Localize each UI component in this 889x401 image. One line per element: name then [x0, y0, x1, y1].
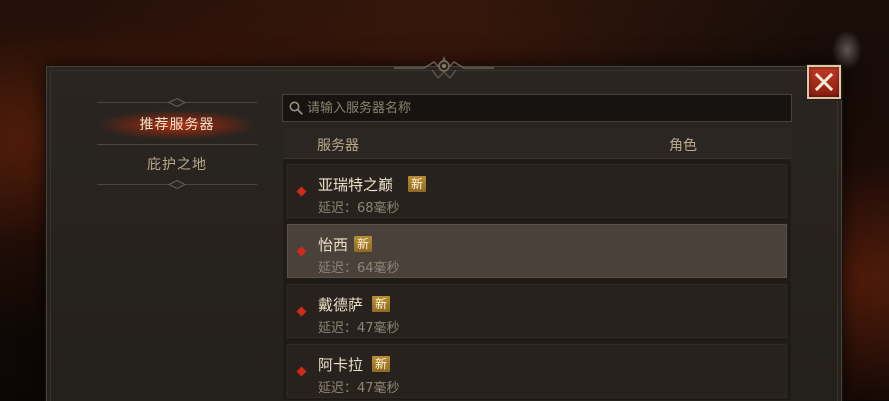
server-latency: 延迟：47毫秒 — [318, 321, 400, 336]
table-header: 服务器 角色 — [283, 128, 791, 159]
new-badge: 新 — [354, 236, 373, 252]
server-row[interactable]: 阿卡拉 新 延迟：47毫秒 — [287, 344, 787, 398]
server-latency: 延迟：47毫秒 — [318, 381, 400, 396]
server-name: 亚瑞特之巅 — [318, 176, 394, 194]
diamond-icon — [296, 306, 307, 317]
close-button[interactable] — [807, 65, 841, 99]
sidebar-divider-bottom — [97, 180, 257, 189]
category-sidebar: 推荐服务器 庇护之地 — [97, 98, 257, 190]
new-badge: 新 — [372, 296, 391, 312]
diamond-icon — [296, 246, 307, 257]
new-badge: 新 — [372, 356, 391, 372]
column-header-server: 服务器 — [317, 138, 359, 154]
new-badge: 新 — [408, 176, 427, 192]
search-input[interactable] — [307, 95, 777, 121]
sidebar-divider-middle — [97, 144, 257, 145]
sidebar-item-label: 庇护之地 — [147, 157, 207, 173]
background-glow — [832, 30, 862, 70]
column-header-role: 角色 — [669, 138, 697, 154]
search-box[interactable] — [282, 94, 792, 122]
server-name: 阿卡拉 — [318, 356, 364, 374]
sidebar-item-label: 推荐服务器 — [139, 117, 215, 133]
sidebar-item-sanctuary[interactable]: 庇护之地 — [97, 150, 257, 180]
server-row[interactable]: 戴德萨 新 延迟：47毫秒 — [287, 284, 787, 338]
crest-ornament-icon — [394, 55, 494, 80]
server-name: 怡西 — [318, 236, 349, 254]
sidebar-divider-top — [97, 98, 257, 107]
server-name: 戴德萨 — [318, 296, 364, 314]
server-latency: 延迟：68毫秒 — [318, 201, 400, 216]
server-table: 服务器 角色 亚瑞特之巅 新 延迟：68毫秒 怡西 新 延迟：64毫秒 戴德萨 … — [283, 128, 791, 400]
search-icon — [289, 101, 303, 115]
server-latency: 延迟：64毫秒 — [318, 261, 400, 276]
diamond-icon — [296, 186, 307, 197]
server-row[interactable]: 怡西 新 延迟：64毫秒 — [287, 224, 787, 278]
sidebar-item-recommended[interactable]: 推荐服务器 — [97, 110, 257, 140]
diamond-icon — [296, 366, 307, 377]
server-row[interactable]: 亚瑞特之巅 新 延迟：68毫秒 — [287, 164, 787, 218]
close-icon — [814, 72, 834, 92]
